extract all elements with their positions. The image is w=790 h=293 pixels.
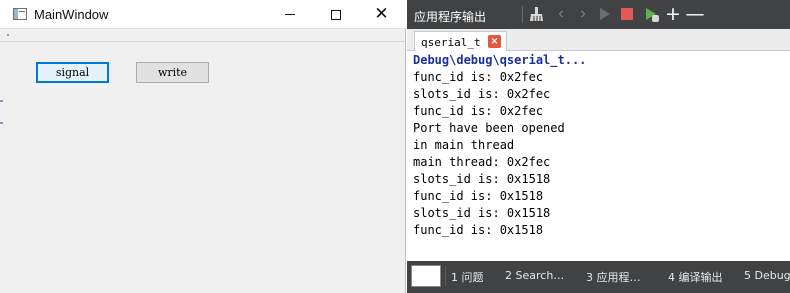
output-text-area[interactable]: Debug\debug\qserial_t... func_id is: 0x2… <box>407 51 790 261</box>
minimize-icon <box>284 14 295 15</box>
output-line: slots_id is: 0x1518 <box>413 206 551 220</box>
close-button[interactable]: ✕ <box>359 0 404 29</box>
output-pane-title: 应用程序输出 <box>414 10 487 24</box>
minimize-button[interactable] <box>267 0 312 29</box>
broom-icon[interactable] <box>529 6 545 22</box>
output-line-path: Debug\debug\qserial_t... <box>413 53 587 67</box>
run-icon[interactable] <box>597 6 613 22</box>
chevron-right-icon[interactable]: › <box>575 5 591 22</box>
left-edge-marks <box>0 100 4 144</box>
minus-icon[interactable]: — <box>686 3 705 25</box>
window-titlebar[interactable]: MainWindow ✕ <box>0 0 406 29</box>
status-tab-issues[interactable]: 1 问题 <box>451 269 484 285</box>
status-tab-debug[interactable]: 5 Debug <box>744 269 790 282</box>
attach-debugger-icon[interactable] <box>643 6 659 22</box>
plus-icon[interactable]: + <box>665 3 681 25</box>
chevron-left-icon[interactable]: ‹ <box>553 5 569 22</box>
status-tab-app-output[interactable]: 3 应用程… <box>586 269 641 285</box>
toolbar-separator <box>522 6 523 23</box>
status-separator <box>445 266 446 286</box>
output-pane-bar: 1 问题 2 Search… 3 应用程… 4 编译输出 5 Debug <box>407 261 790 293</box>
menu-bar <box>0 29 405 42</box>
edge-mark <box>0 122 3 124</box>
output-line: in main thread <box>413 138 515 152</box>
tab-close-icon[interactable]: × <box>488 35 501 48</box>
output-line: func_id is: 0x2fec <box>413 104 544 118</box>
stop-icon[interactable] <box>619 6 635 22</box>
window-app-icon <box>13 8 27 20</box>
output-line: Port have been opened <box>413 121 565 135</box>
signal-button[interactable]: signal <box>36 62 109 83</box>
output-line: func_id is: 0x1518 <box>413 189 544 203</box>
main-window: MainWindow ✕ signal write <box>0 0 406 293</box>
close-icon: ✕ <box>374 4 389 24</box>
window-title: MainWindow <box>34 7 109 22</box>
locator-input[interactable] <box>411 265 441 287</box>
application-output-pane: 应用程序输出 ‹ › + — qserial_t × Debug\debug\q… <box>407 0 790 293</box>
maximize-button[interactable] <box>313 0 358 29</box>
output-line: slots_id is: 0x2fec <box>413 87 551 101</box>
menu-grip-icon[interactable] <box>7 34 9 36</box>
edge-mark <box>0 100 3 102</box>
tab-label: qserial_t <box>421 36 481 49</box>
status-tab-search[interactable]: 2 Search… <box>505 269 564 282</box>
tab-qserial[interactable]: qserial_t × <box>414 31 507 52</box>
output-line: func_id is: 0x2fec <box>413 70 544 84</box>
status-tab-compile-output[interactable]: 4 编译输出 <box>668 269 723 285</box>
output-toolbar: 应用程序输出 ‹ › + — <box>407 0 790 29</box>
output-tab-strip: qserial_t × <box>407 29 790 52</box>
output-line: main thread: 0x2fec <box>413 155 551 169</box>
write-button[interactable]: write <box>136 62 209 83</box>
output-line: func_id is: 0x1518 <box>413 223 544 237</box>
maximize-icon <box>330 9 341 20</box>
output-line: slots_id is: 0x1518 <box>413 172 551 186</box>
